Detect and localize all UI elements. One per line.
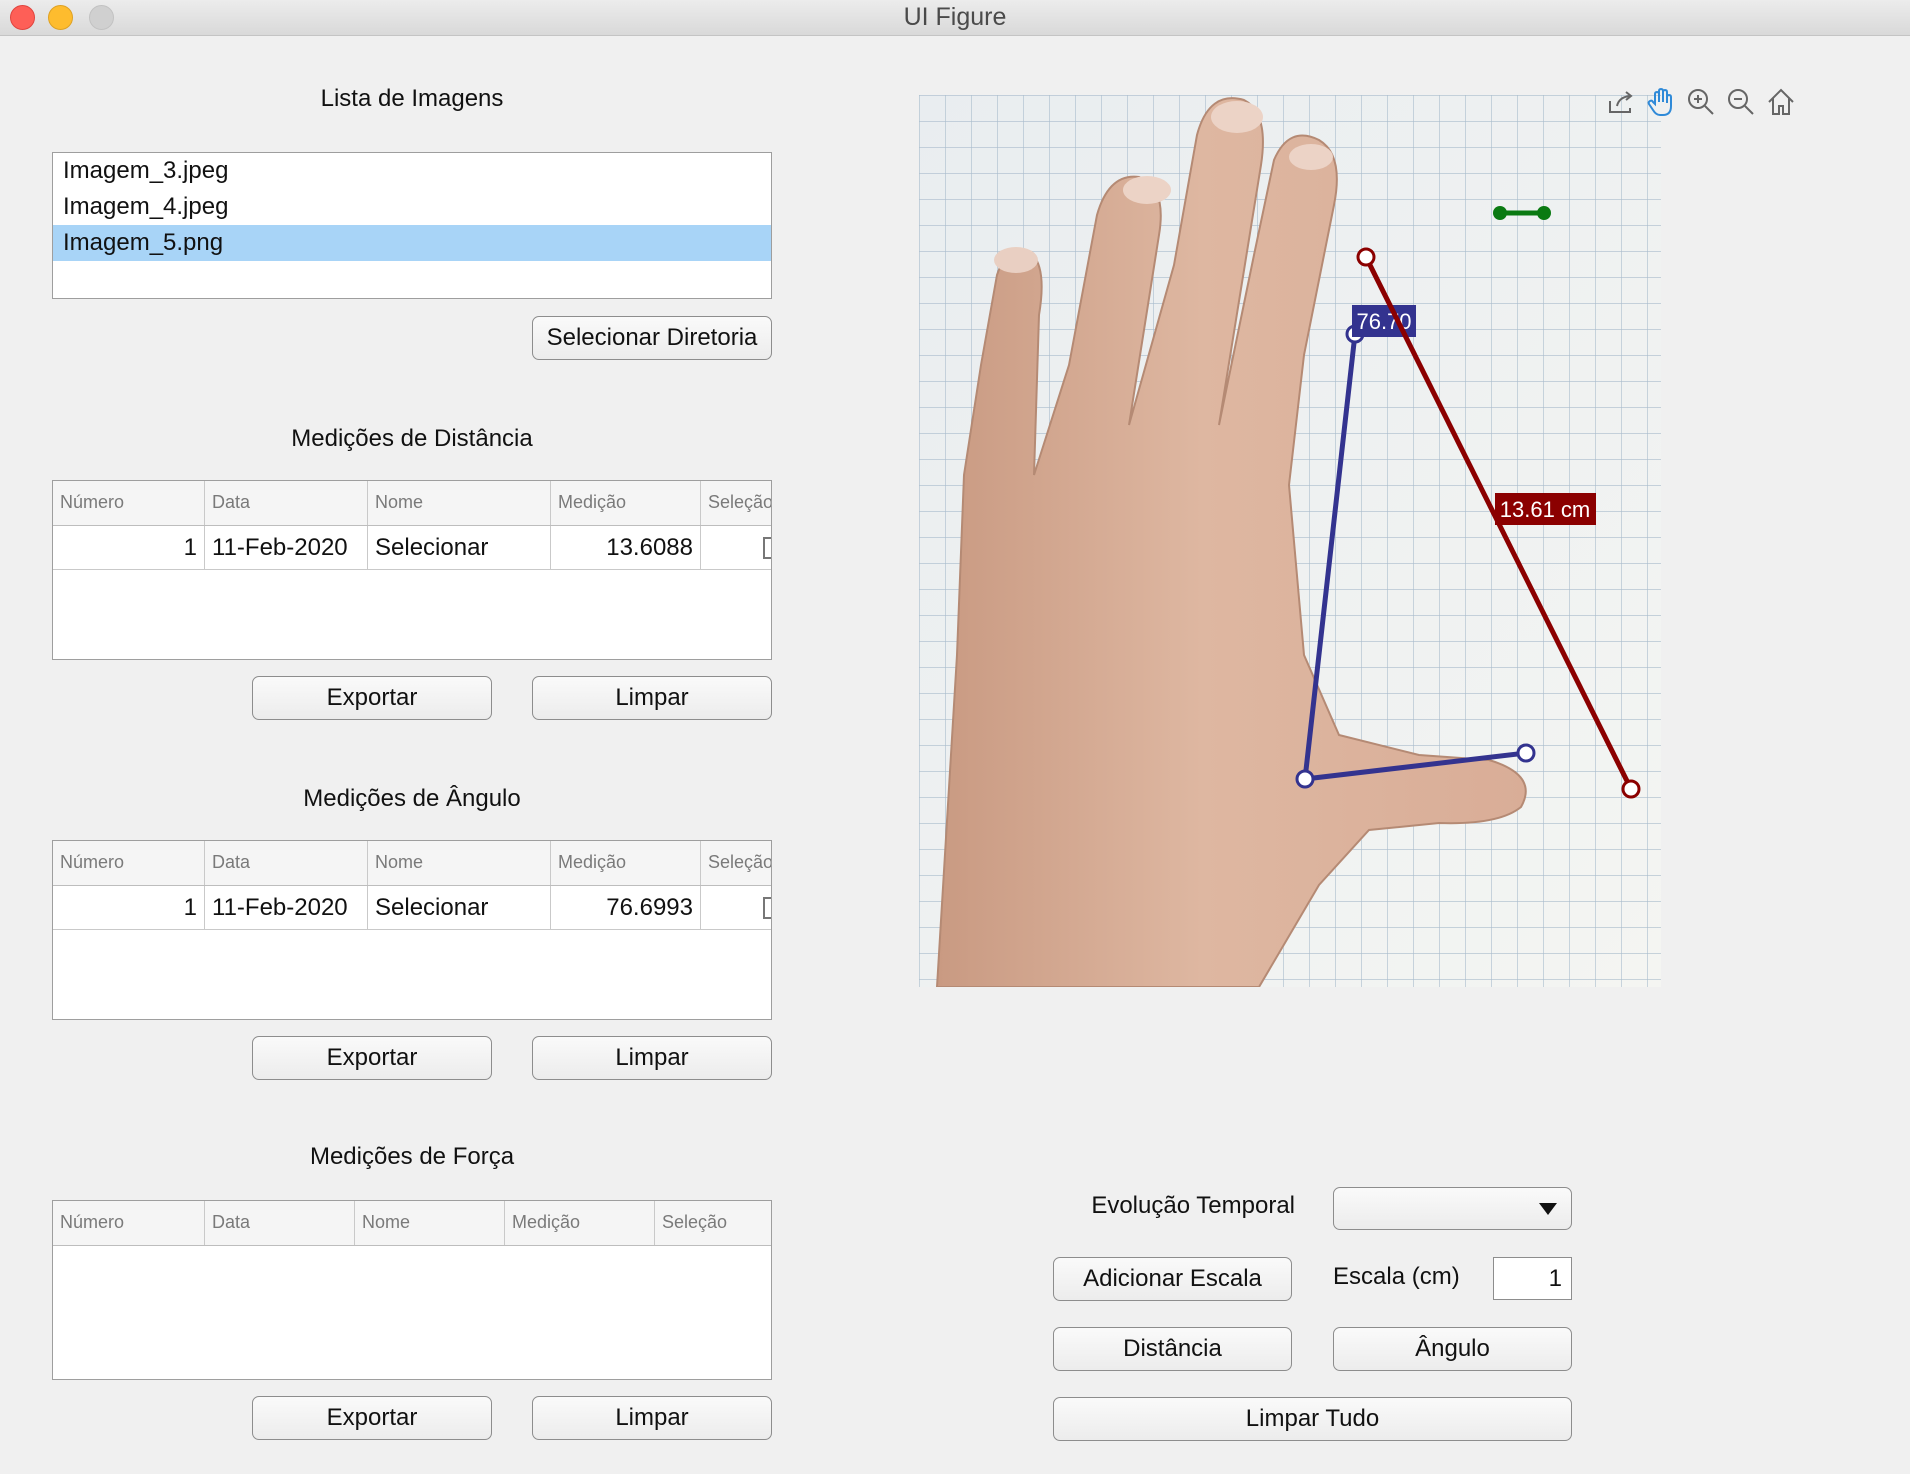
angle-handle[interactable] [1516, 743, 1536, 763]
cell-data[interactable]: 11-Feb-2020 [205, 886, 368, 929]
column-header[interactable]: Número [53, 1201, 205, 1245]
column-header[interactable]: Nome [368, 481, 551, 525]
clear-force-button[interactable]: Limpar [532, 1396, 772, 1440]
selection-checkbox[interactable] [763, 897, 771, 919]
column-header[interactable]: Data [205, 841, 368, 885]
evolution-dropdown[interactable] [1333, 1187, 1572, 1230]
column-header[interactable]: Data [205, 1201, 355, 1245]
list-item[interactable]: Imagem_4.jpeg [53, 189, 771, 225]
distance-button[interactable]: Distância [1053, 1327, 1292, 1371]
cell-medicao[interactable]: 13.6088 [551, 526, 701, 569]
clear-all-button[interactable]: Limpar Tudo [1053, 1397, 1572, 1441]
table-row[interactable]: 1 11-Feb-2020 Selecionar 13.6088 [53, 526, 771, 570]
distance-label: 13.61 cm [1500, 497, 1591, 522]
export-icon[interactable] [1604, 85, 1638, 119]
table-row[interactable]: 1 11-Feb-2020 Selecionar 76.6993 [53, 886, 771, 930]
zoom-in-icon[interactable] [1684, 85, 1718, 119]
evolution-label: Evolução Temporal [1091, 1192, 1295, 1219]
window-title: UI Figure [903, 3, 1007, 31]
scale-input[interactable]: 1 [1493, 1257, 1572, 1300]
cell-numero[interactable]: 1 [53, 886, 205, 929]
column-header[interactable]: Seleção [701, 841, 771, 885]
chevron-down-icon [1539, 1203, 1557, 1215]
list-item-selected[interactable]: Imagem_5.png [53, 225, 771, 261]
column-header[interactable]: Medição [505, 1201, 655, 1245]
angle-table[interactable]: Número Data Nome Medição Seleção 1 11-Fe… [52, 840, 772, 1020]
image-listbox[interactable]: Imagem_3.jpeg Imagem_4.jpeg Imagem_5.png [52, 152, 772, 299]
column-header[interactable]: Seleção [655, 1201, 771, 1245]
hand-image[interactable]: 76.70 13.61 cm [919, 95, 1661, 987]
column-header[interactable]: Número [53, 841, 205, 885]
pan-hand-icon[interactable] [1644, 85, 1678, 119]
distance-table-title: Medições de Distância [291, 425, 533, 452]
table-header: Número Data Nome Medição Seleção [53, 481, 771, 526]
scale-label: Escala (cm) [1333, 1263, 1460, 1290]
window-titlebar: UI Figure [0, 0, 1910, 36]
column-header[interactable]: Medição [551, 841, 701, 885]
table-header: Número Data Nome Medição Seleção [53, 1201, 771, 1246]
distance-table[interactable]: Número Data Nome Medição Seleção 1 11-Fe… [52, 480, 772, 660]
force-table-title: Medições de Força [309, 1143, 515, 1170]
export-force-button[interactable]: Exportar [252, 1396, 492, 1440]
clear-distance-button[interactable]: Limpar [532, 676, 772, 720]
clear-angle-button[interactable]: Limpar [532, 1036, 772, 1080]
cell-numero[interactable]: 1 [53, 526, 205, 569]
cell-nome[interactable]: Selecionar [368, 886, 551, 929]
select-directory-button[interactable]: Selecionar Diretoria [532, 316, 772, 360]
distance-handle[interactable] [1356, 247, 1376, 267]
scale-handle[interactable] [1537, 206, 1551, 220]
image-axes[interactable]: 76.70 13.61 cm [919, 95, 1661, 987]
images-panel-title: Lista de Imagens [320, 85, 504, 112]
cell-nome[interactable]: Selecionar [368, 526, 551, 569]
list-item[interactable]: Imagem_3.jpeg [53, 153, 771, 189]
angle-button[interactable]: Ângulo [1333, 1327, 1572, 1371]
export-distance-button[interactable]: Exportar [252, 676, 492, 720]
home-icon[interactable] [1764, 85, 1798, 119]
column-header[interactable]: Nome [368, 841, 551, 885]
cell-selecao[interactable] [701, 526, 771, 569]
export-angle-button[interactable]: Exportar [252, 1036, 492, 1080]
zoom-out-icon[interactable] [1724, 85, 1758, 119]
column-header[interactable]: Data [205, 481, 368, 525]
axes-toolbar [1604, 82, 1798, 122]
column-header[interactable]: Seleção [701, 481, 771, 525]
column-header[interactable]: Nome [355, 1201, 505, 1245]
column-header[interactable]: Medição [551, 481, 701, 525]
table-header: Número Data Nome Medição Seleção [53, 841, 771, 886]
selection-checkbox[interactable] [763, 537, 771, 559]
angle-handle[interactable] [1295, 769, 1315, 789]
column-header[interactable]: Número [53, 481, 205, 525]
force-table[interactable]: Número Data Nome Medição Seleção [52, 1200, 772, 1380]
cell-data[interactable]: 11-Feb-2020 [205, 526, 368, 569]
distance-handle[interactable] [1621, 779, 1641, 799]
add-scale-button[interactable]: Adicionar Escala [1053, 1257, 1292, 1301]
scale-handle[interactable] [1493, 206, 1507, 220]
angle-table-title: Medições de Ângulo [303, 785, 521, 812]
cell-medicao[interactable]: 76.6993 [551, 886, 701, 929]
cell-selecao[interactable] [701, 886, 771, 929]
